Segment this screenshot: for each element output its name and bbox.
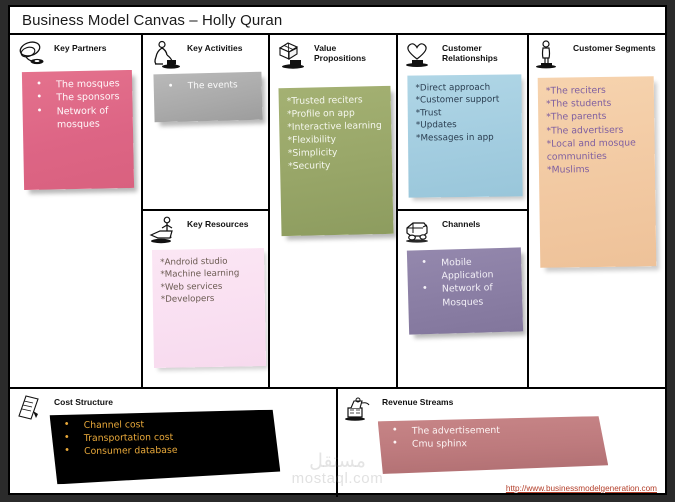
list-item: *Messages in app bbox=[415, 132, 494, 144]
block-label-key-partners: Key Partners bbox=[54, 43, 107, 53]
block-channels[interactable]: Channels Mobile Application Network of M… bbox=[398, 211, 529, 387]
note-list-value-propositions: *Trusted reciters *Profile on app *Inter… bbox=[287, 93, 386, 173]
note-list-key-activities: The events bbox=[162, 79, 255, 94]
note-list-customer-segments: *The reciters *The students *The parents… bbox=[546, 83, 648, 177]
list-item: *Local and mosque communities bbox=[546, 137, 636, 163]
page-title: Business Model Canvas – Holly Quran bbox=[22, 11, 283, 29]
note-customer-relationships[interactable]: *Direct approach *Customer support *Trus… bbox=[407, 74, 523, 198]
note-key-partners[interactable]: The mosques The sponsors Network of mosq… bbox=[21, 69, 135, 191]
block-label-revenue-streams: Revenue Streams bbox=[382, 397, 454, 407]
block-customer-relationships[interactable]: Customer Relationships *Direct approach … bbox=[398, 35, 529, 211]
block-value-propositions[interactable]: Value Propositions *Trusted reciters *Pr… bbox=[270, 35, 398, 387]
business-model-canvas: Business Model Canvas – Holly Quran Key … bbox=[8, 5, 667, 497]
list-item: Mobile Application bbox=[415, 255, 515, 284]
block-header-key-activities: Key Activities bbox=[143, 35, 268, 70]
block-label-key-activities: Key Activities bbox=[187, 43, 243, 53]
note-value-propositions[interactable]: *Trusted reciters *Profile on app *Inter… bbox=[278, 85, 394, 237]
list-item: *Security bbox=[287, 160, 331, 173]
note-key-resources[interactable]: *Android studio *Machine learning *Web s… bbox=[151, 248, 267, 368]
note-list-key-partners: The mosques The sponsors Network of mosq… bbox=[30, 77, 126, 133]
block-cost-structure[interactable]: Cost Structure Channel cost Transportati… bbox=[10, 389, 338, 497]
block-header-customer-segments: Customer Segments bbox=[529, 35, 665, 70]
list-item: *Updates bbox=[415, 120, 457, 131]
list-item: Consumer database bbox=[58, 443, 273, 459]
gift-box-icon bbox=[276, 40, 310, 70]
canvas-title-bar: Business Model Canvas – Holly Quran bbox=[10, 7, 665, 35]
note-list-revenue-streams: The advertisement Cmu sphinx bbox=[386, 423, 601, 451]
person-with-cart-icon bbox=[149, 216, 183, 246]
block-key-resources[interactable]: Key Resources *Android studio *Machine l… bbox=[143, 211, 270, 387]
person-sweeping-icon bbox=[149, 40, 183, 70]
note-revenue-streams[interactable]: The advertisement Cmu sphinx bbox=[378, 416, 608, 474]
block-label-channels: Channels bbox=[442, 219, 481, 229]
note-channels[interactable]: Mobile Application Network of Mosques bbox=[406, 247, 524, 335]
block-header-key-resources: Key Resources bbox=[143, 211, 268, 246]
cash-register-icon bbox=[344, 394, 378, 424]
heart-icon bbox=[404, 40, 438, 70]
chain-links-icon bbox=[16, 40, 50, 70]
note-list-channels: Mobile Application Network of Mosques bbox=[415, 255, 515, 310]
block-label-cost-structure: Cost Structure bbox=[54, 397, 114, 407]
list-item: Network of Mosques bbox=[416, 281, 516, 310]
block-header-channels: Channels bbox=[398, 211, 527, 246]
note-cost-structure[interactable]: Channel cost Transportation cost Consume… bbox=[50, 410, 281, 485]
list-item: *Muslims bbox=[546, 164, 590, 176]
note-list-customer-relationships: *Direct approach *Customer support *Trus… bbox=[415, 81, 515, 144]
block-label-key-resources: Key Resources bbox=[187, 219, 249, 229]
invoice-papers-icon bbox=[16, 394, 50, 424]
block-key-activities[interactable]: Key Activities The events bbox=[143, 35, 270, 211]
list-item: *Customer support bbox=[415, 95, 500, 106]
truck-icon bbox=[404, 216, 438, 246]
block-label-customer-relationships: Customer Relationships bbox=[442, 43, 498, 64]
note-key-activities[interactable]: The events bbox=[153, 71, 263, 123]
standing-person-icon bbox=[535, 40, 569, 70]
list-item: Network of mosques bbox=[31, 104, 127, 133]
list-item: *Developers bbox=[160, 293, 215, 305]
block-key-partners[interactable]: Key Partners The mosques The sponsors Ne… bbox=[10, 35, 143, 387]
list-item: *Direct approach bbox=[415, 82, 491, 94]
block-revenue-streams[interactable]: Revenue Streams The advertisement Cmu sp… bbox=[338, 389, 665, 497]
canvas-bottom-row: Cost Structure Channel cost Transportati… bbox=[10, 387, 665, 497]
screenshot-root: Business Model Canvas – Holly Quran Key … bbox=[0, 0, 675, 502]
note-list-key-resources: *Android studio *Machine learning *Web s… bbox=[160, 255, 258, 306]
block-header-customer-relationships: Customer Relationships bbox=[398, 35, 527, 70]
list-item: *Trust bbox=[415, 108, 442, 119]
block-label-value-propositions: Value Propositions bbox=[314, 43, 366, 64]
note-list-cost-structure: Channel cost Transportation cost Consume… bbox=[58, 417, 273, 459]
note-customer-segments[interactable]: *The reciters *The students *The parents… bbox=[537, 76, 657, 268]
businessmodelgeneration-link[interactable]: http://www.businessmodelgeneration.com bbox=[506, 484, 657, 493]
block-header-value-propositions: Value Propositions bbox=[270, 35, 396, 70]
block-header-key-partners: Key Partners bbox=[10, 35, 141, 70]
list-item: The events bbox=[162, 79, 255, 94]
canvas-grid: Key Partners The mosques The sponsors Ne… bbox=[10, 35, 665, 387]
block-customer-segments[interactable]: Customer Segments *The reciters *The stu… bbox=[529, 35, 665, 387]
list-item: Cmu sphinx bbox=[386, 436, 601, 451]
block-label-customer-segments: Customer Segments bbox=[573, 43, 656, 53]
